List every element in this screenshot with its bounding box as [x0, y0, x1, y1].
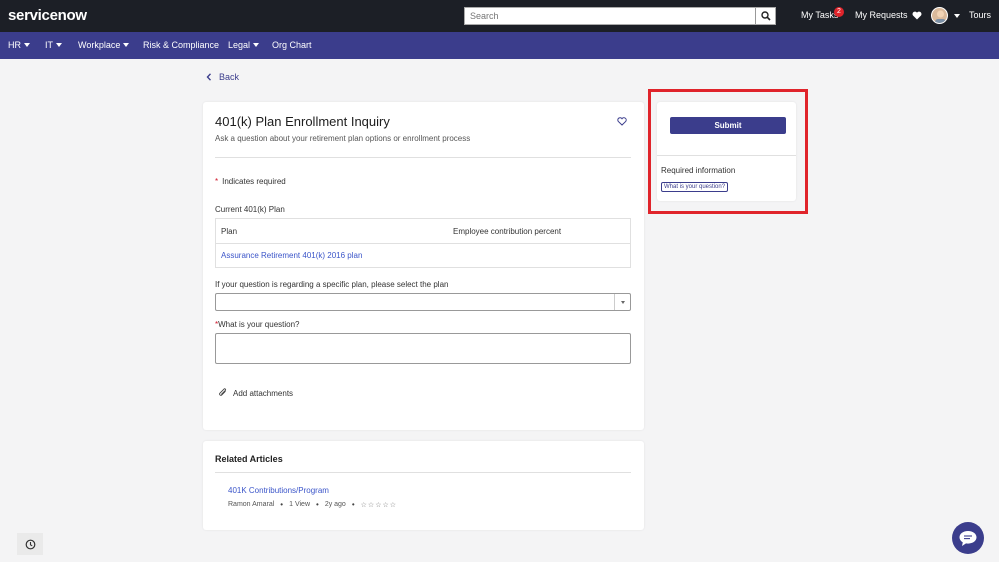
related-articles-title: Related Articles: [215, 454, 283, 464]
main-nav: HR IT Workplace Risk & Compliance Legal …: [0, 32, 999, 59]
divider: [657, 155, 796, 156]
paperclip-icon: [219, 388, 227, 396]
search-input[interactable]: [465, 8, 755, 24]
column-header-contribution: Employee contribution percent: [453, 227, 562, 236]
article-author: Ramon Amaral: [228, 501, 275, 508]
separator-dot: •: [316, 500, 319, 509]
nav-label: Org Chart: [272, 40, 312, 50]
nav-item-legal[interactable]: Legal: [228, 40, 260, 50]
column-header-plan: Plan: [221, 227, 238, 236]
chevron-down-icon: [24, 43, 30, 47]
divider: [215, 472, 631, 473]
search-button[interactable]: [755, 8, 775, 24]
plan-select[interactable]: [215, 293, 631, 311]
select-plan-label: If your question is regarding a specific…: [215, 280, 449, 289]
chevron-down-icon: [253, 43, 260, 47]
required-asterisk: *: [215, 177, 219, 186]
form-card: 401(k) Plan Enrollment Inquiry Ask a que…: [203, 102, 644, 430]
form-description: Ask a question about your retirement pla…: [215, 134, 471, 143]
add-attachments-button[interactable]: Add attachments: [218, 388, 293, 398]
article-meta: Ramon Amaral • 1 View • 2y ago • ☆☆☆☆☆: [228, 500, 397, 509]
nav-item-org-chart[interactable]: Org Chart: [272, 40, 312, 50]
tours-link[interactable]: Tours: [969, 10, 991, 20]
chevron-left-icon: [206, 73, 212, 81]
separator-dot: •: [280, 500, 284, 509]
chat-button[interactable]: [952, 522, 984, 554]
question-label-text: What is your question?: [218, 320, 300, 329]
nav-item-risk-compliance[interactable]: Risk & Compliance: [143, 40, 219, 50]
nav-item-it[interactable]: IT: [45, 40, 62, 50]
favorites-heart-icon[interactable]: [912, 11, 922, 22]
page-title: 401(k) Plan Enrollment Inquiry: [215, 114, 390, 129]
servicenow-logo[interactable]: servicenow: [8, 7, 87, 24]
question-label: *What is your question?: [215, 320, 300, 329]
plan-link[interactable]: Assurance Retirement 401(k) 2016 plan: [221, 251, 362, 260]
row-divider: [216, 243, 630, 244]
nav-item-hr[interactable]: HR: [8, 40, 30, 50]
submit-panel: Submit Required information What is your…: [657, 102, 796, 201]
chevron-down-icon[interactable]: [614, 294, 630, 310]
article-rating-stars: ☆☆☆☆☆: [360, 501, 398, 509]
chevron-down-icon: [123, 43, 130, 47]
my-requests-link[interactable]: My Requests: [855, 10, 908, 20]
required-note-text: Indicates required: [222, 177, 286, 186]
nav-label: HR: [8, 40, 21, 50]
search-box: [464, 7, 776, 25]
back-label: Back: [219, 72, 240, 82]
article-views: 1 View: [289, 501, 310, 508]
nav-label: Risk & Compliance: [143, 40, 220, 50]
nav-item-workplace[interactable]: Workplace: [78, 40, 130, 50]
tasks-count-badge: 2: [834, 7, 844, 17]
related-articles-card: Related Articles 401K Contributions/Prog…: [203, 441, 644, 530]
clock-icon: [25, 539, 35, 549]
user-menu-chevron-icon[interactable]: [954, 14, 960, 18]
plan-table: Plan Employee contribution percent Assur…: [215, 218, 631, 268]
user-avatar[interactable]: [931, 7, 948, 24]
chevron-down-icon: [56, 43, 62, 47]
nav-label: IT: [45, 40, 53, 50]
favorite-heart-icon[interactable]: [617, 117, 627, 128]
current-plan-label: Current 401(k) Plan: [215, 205, 285, 214]
required-info-label: Required information: [661, 166, 736, 175]
chat-bubble-icon: [959, 530, 977, 546]
required-field-chip[interactable]: What is your question?: [661, 182, 729, 192]
nav-label: Legal: [228, 40, 251, 50]
question-textarea[interactable]: [215, 333, 631, 364]
submit-button[interactable]: Submit: [670, 117, 786, 134]
required-note: * Indicates required: [215, 177, 286, 186]
history-button[interactable]: [17, 533, 43, 555]
article-link[interactable]: 401K Contributions/Program: [228, 486, 329, 495]
divider: [215, 157, 631, 158]
add-attachments-label: Add attachments: [233, 388, 294, 398]
my-tasks-link[interactable]: My Tasks: [801, 10, 838, 20]
separator-dot: •: [351, 500, 355, 509]
article-age: 2y ago: [324, 501, 346, 508]
nav-label: Workplace: [78, 40, 121, 50]
top-bar: servicenow My Tasks 2 My Requests Tours: [0, 0, 999, 32]
back-link[interactable]: Back: [206, 72, 239, 82]
search-icon: [760, 11, 771, 21]
